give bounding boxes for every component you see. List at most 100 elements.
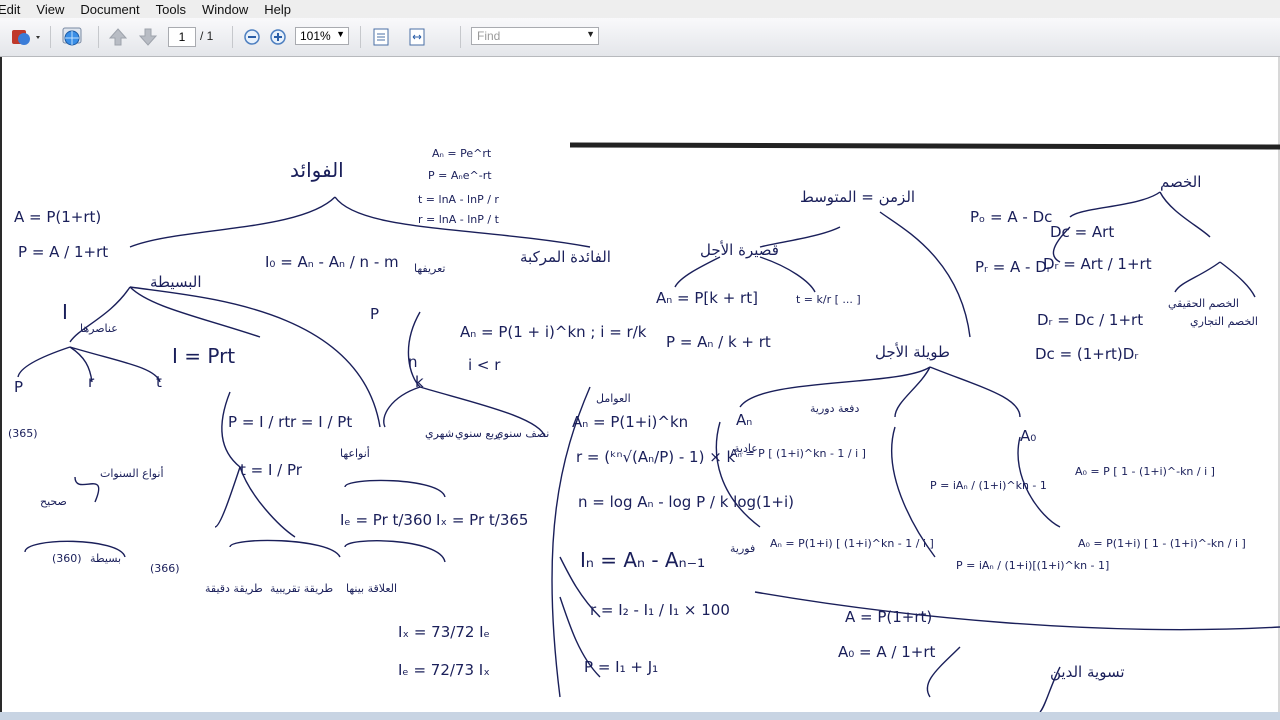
formula-simple-p: P = A / 1+rt	[18, 243, 108, 261]
find-placeholder: Find	[477, 29, 501, 43]
zoom-select[interactable]: 101% ▼	[295, 27, 349, 45]
collaborate-button[interactable]	[58, 25, 90, 49]
formula-r-ipt: r = I / Pt	[290, 413, 352, 431]
page-total: / 1	[200, 29, 214, 43]
label-elements: عناصرها	[80, 322, 118, 335]
formula-simple-a: A = P(1+rt)	[14, 208, 101, 226]
label-A0: A₀	[1020, 427, 1036, 445]
zoom-in-button[interactable]	[268, 25, 288, 49]
formula-settle-p: A₀ = A / 1+rt	[838, 643, 936, 661]
formula-p-sum: P = I₁ + J₁	[584, 658, 658, 676]
formula-ic-ratio: Iₓ = 73/72 Iₑ	[398, 623, 490, 641]
label-P: P	[14, 378, 23, 396]
formula-avg-t: t = k/r [ ... ]	[796, 293, 861, 306]
formula-p-due: P = iAₙ / (1+i)[(1+i)^kn - 1]	[956, 559, 1109, 572]
formula-dr: Dᵣ = Art / 1+rt	[1043, 255, 1152, 273]
fit-page-icon	[373, 28, 389, 46]
label-natural: الخصم الحقيقي	[1168, 297, 1239, 310]
arrow-down-icon	[138, 28, 158, 46]
heading-balance: تسوية الدين	[1050, 663, 1125, 681]
label-years: أنواع السنوات	[100, 466, 164, 480]
label-factors: العوامل	[596, 392, 631, 405]
formula-cont-2: P = Aₙe^-rt	[428, 169, 492, 182]
label-periodic: دفعة دورية	[810, 402, 859, 415]
handwritten-notes: الفوائد البسيطة الفائدة المركبة الزمن = …	[8, 142, 1280, 712]
label-definition: تعريفها	[414, 262, 446, 275]
label-types: أنواعها	[340, 446, 370, 460]
fit-width-button[interactable]	[406, 25, 428, 49]
label-due: فورية	[730, 542, 755, 555]
label-n360: (360)	[52, 552, 82, 565]
heading-discount: الخصم	[1160, 173, 1201, 191]
menu-help[interactable]: Help	[264, 2, 291, 17]
formula-a0-due: A₀ = P(1+i) [ 1 - (1+i)^-kn / i ]	[1078, 537, 1246, 550]
menu-document[interactable]: Document	[80, 2, 139, 17]
label-ordinary: عادية	[734, 442, 758, 455]
heading-long-term: طويلة الأجل	[875, 342, 950, 361]
formula-an: Aₙ = P(1+i)^kn	[572, 413, 688, 431]
status-bar	[0, 712, 1280, 720]
label-monthly: شهري	[425, 427, 454, 440]
formula-an-due: Aₙ = P(1+i) [ (1+i)^kn - 1 / i ]	[770, 537, 934, 550]
heading-average-due: الزمن = المتوسط	[800, 188, 915, 206]
create-pdf-button[interactable]	[8, 25, 44, 49]
formula-dr2: Dᵣ = Dc / 1+rt	[1037, 311, 1143, 329]
menu-view[interactable]: View	[36, 2, 64, 17]
menu-bar: Edit View Document Tools Window Help	[0, 0, 1280, 18]
next-page-button[interactable]	[136, 25, 160, 49]
formula-ic: Iₓ = Pr t/365	[436, 511, 528, 529]
label-n: n	[408, 353, 418, 371]
menu-window[interactable]: Window	[202, 2, 248, 17]
menu-tools[interactable]: Tools	[156, 2, 186, 17]
chevron-down-icon[interactable]: ▼	[336, 29, 345, 39]
label-approx: طريقة تقريبية	[270, 582, 333, 595]
document-view[interactable]: الفوائد البسيطة الفائدة المركبة الزمن = …	[0, 57, 1280, 712]
label-I: I	[62, 300, 68, 324]
label-An: Aₙ	[736, 411, 752, 429]
formula-cont-4: r = lnA - lnP / t	[418, 213, 500, 226]
heading-short-term: قصيرة الأجل	[700, 240, 779, 259]
page-number-input[interactable]: 1	[168, 27, 196, 47]
label-semi: نصف سنوي	[495, 427, 549, 440]
heading-interest: الفوائد	[290, 158, 344, 182]
formula-p-ian: P = iAₙ / (1+i)^kn - 1	[930, 479, 1047, 492]
label-quarterly: ربع سنوي	[455, 427, 500, 440]
formula-dc2: Dc = (1+rt)Dᵣ	[1035, 345, 1138, 363]
formula-ie: Iₑ = Pr t/360	[340, 511, 432, 529]
formula-r-rate: r = I₂ - I₁ / I₁ × 100	[590, 601, 730, 619]
formula-cont-1: Aₙ = Pe^rt	[432, 147, 492, 160]
formula-compound: Aₙ = P(1 + i)^kn ; i = r/k	[460, 323, 647, 341]
formula-pc: Pₒ = A - Dc	[970, 208, 1052, 226]
label-n366: (366)	[150, 562, 180, 575]
label-k: k	[415, 373, 424, 391]
find-input[interactable]: Find ▼	[471, 27, 599, 45]
chevron-down-icon[interactable]: ▼	[586, 29, 595, 39]
formula-cont-3: t = lnA - lnP / r	[418, 193, 499, 206]
menu-edit[interactable]: Edit	[0, 2, 20, 17]
label-exact: صحيح	[40, 495, 67, 508]
label-P-compound: P	[370, 305, 379, 323]
previous-page-button[interactable]	[106, 25, 130, 49]
label-t: t	[156, 373, 162, 391]
heading-simple: البسيطة	[150, 273, 202, 291]
formula-annuity-a: A₀ = P [ 1 - (1+i)^-kn / i ]	[1075, 465, 1215, 478]
globe-icon	[62, 27, 82, 46]
label-simple: بسيطة	[90, 552, 121, 565]
formula-dc: Dc = Art	[1050, 223, 1114, 241]
zoom-out-icon	[244, 29, 260, 45]
label-accurate: طريقة دقيقة	[205, 582, 263, 595]
formula-t-ipr: t = I / Pr	[240, 461, 303, 479]
label-commercial: الخصم التجاري	[1190, 315, 1258, 328]
formula-io: I₀ = Aₙ - Aₙ / n - m	[265, 253, 399, 271]
arrow-up-icon	[108, 28, 128, 46]
zoom-out-button[interactable]	[242, 25, 262, 49]
zoom-in-icon	[270, 29, 286, 45]
formula-ie-ratio: Iₑ = 72/73 Iₓ	[398, 661, 490, 679]
fit-page-button[interactable]	[370, 25, 392, 49]
formula-pr: Pᵣ = A - Dᵣ	[975, 258, 1051, 276]
formula-avg-a: Aₙ = P[k + rt]	[656, 289, 758, 307]
heading-compound: الفائدة المركبة	[520, 248, 611, 266]
label-relation: العلاقة بينها	[346, 582, 397, 595]
formula-settle-a: A = P(1+rt)	[845, 608, 932, 626]
create-pdf-icon	[12, 30, 40, 45]
